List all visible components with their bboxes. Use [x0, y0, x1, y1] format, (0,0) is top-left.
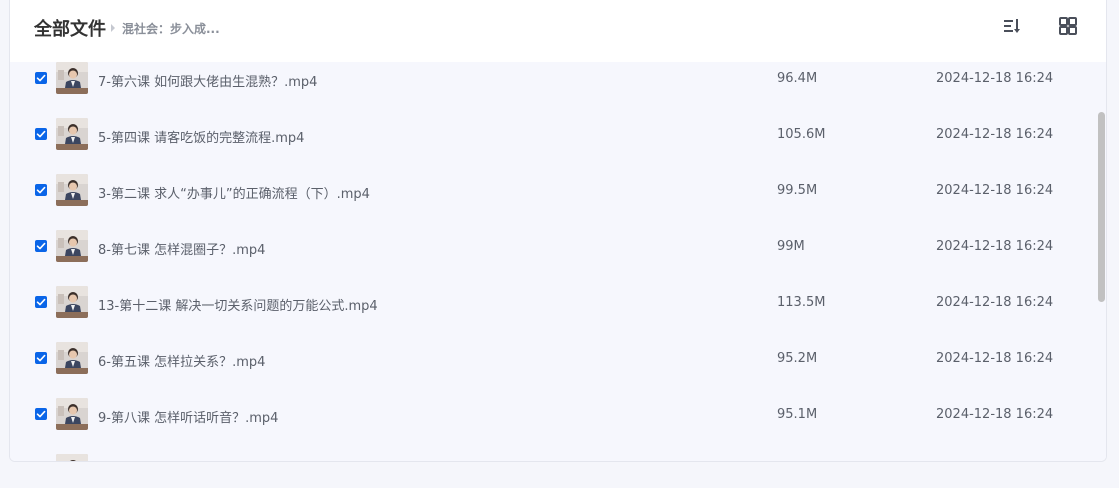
row-checkbox[interactable]: [35, 352, 47, 364]
page-title: 全部文件: [34, 19, 106, 40]
file-row[interactable]: 6-第五课 怎样拉关系？.mp4 95.2M 2024-12-18 16:24: [10, 342, 1097, 398]
scrollbar-thumb[interactable]: [1098, 112, 1105, 302]
file-size: 95.2M: [777, 351, 818, 366]
file-size: 113.5M: [777, 295, 826, 310]
file-name[interactable]: 5-第四课 请客吃饭的完整流程.mp4: [98, 127, 304, 146]
file-row-partial[interactable]: [10, 454, 1097, 461]
file-row[interactable]: 5-第四课 请客吃饭的完整流程.mp4 105.6M 2024-12-18 16…: [10, 118, 1097, 174]
file-date: 2024-12-18 16:24: [936, 407, 1054, 422]
file-size: 105.6M: [777, 127, 826, 142]
file-row[interactable]: 7-第六课 如何跟大佬由生混熟？.mp4 96.4M 2024-12-18 16…: [10, 62, 1097, 118]
video-thumbnail[interactable]: [56, 398, 88, 430]
file-date: 2024-12-18 16:24: [936, 183, 1054, 198]
file-name[interactable]: 9-第八课 怎样听话听音？.mp4: [98, 407, 278, 426]
file-row[interactable]: 13-第十二课 解决一切关系问题的万能公式.mp4 113.5M 2024-12…: [10, 286, 1097, 342]
file-date: 2024-12-18 16:24: [936, 127, 1054, 142]
video-thumbnail[interactable]: [56, 286, 88, 318]
video-thumbnail[interactable]: [56, 174, 88, 206]
file-date: 2024-12-18 16:24: [936, 71, 1054, 86]
scrollbar[interactable]: [1097, 62, 1106, 461]
sort-list-icon[interactable]: [1000, 14, 1024, 38]
row-checkbox[interactable]: [35, 72, 47, 84]
header: 全部文件 混社会：步入成...: [10, 0, 1106, 62]
file-row[interactable]: 9-第八课 怎样听话听音？.mp4 95.1M 2024-12-18 16:24: [10, 398, 1097, 454]
row-checkbox[interactable]: [35, 240, 47, 252]
file-name[interactable]: 7-第六课 如何跟大佬由生混熟？.mp4: [98, 71, 317, 90]
file-row[interactable]: 8-第七课 怎样混圈子？.mp4 99M 2024-12-18 16:24: [10, 230, 1097, 286]
video-thumbnail[interactable]: [56, 62, 88, 94]
file-name[interactable]: 6-第五课 怎样拉关系？.mp4: [98, 351, 265, 370]
file-name[interactable]: 3-第二课 求人“办事儿”的正确流程（下）.mp4: [98, 183, 370, 202]
file-size: 96.4M: [777, 71, 818, 86]
video-thumbnail[interactable]: [56, 342, 88, 374]
breadcrumb[interactable]: 混社会：步入成...: [122, 20, 220, 37]
row-checkbox[interactable]: [35, 128, 47, 140]
file-date: 2024-12-18 16:24: [936, 295, 1054, 310]
row-checkbox[interactable]: [35, 184, 47, 196]
grid-view-icon[interactable]: [1056, 14, 1080, 38]
file-date: 2024-12-18 16:24: [936, 239, 1054, 254]
video-thumbnail[interactable]: [56, 230, 88, 262]
file-size: 99.5M: [777, 183, 818, 198]
row-checkbox[interactable]: [35, 408, 47, 420]
file-date: 2024-12-18 16:24: [936, 351, 1054, 366]
file-name[interactable]: 8-第七课 怎样混圈子？.mp4: [98, 239, 265, 258]
row-checkbox[interactable]: [35, 296, 47, 308]
file-list: 7-第六课 如何跟大佬由生混熟？.mp4 96.4M 2024-12-18 16…: [10, 62, 1097, 461]
file-name[interactable]: 13-第十二课 解决一切关系问题的万能公式.mp4: [98, 295, 378, 314]
file-panel: 全部文件 混社会：步入成... 7-第六课 如何跟大佬由生混熟？.mp4 96.…: [9, 0, 1107, 462]
video-thumbnail[interactable]: [56, 454, 88, 461]
breadcrumb-arrow-icon: [111, 24, 115, 32]
file-row[interactable]: 3-第二课 求人“办事儿”的正确流程（下）.mp4 99.5M 2024-12-…: [10, 174, 1097, 230]
video-thumbnail[interactable]: [56, 118, 88, 150]
file-size: 99M: [777, 239, 805, 254]
file-size: 95.1M: [777, 407, 818, 422]
